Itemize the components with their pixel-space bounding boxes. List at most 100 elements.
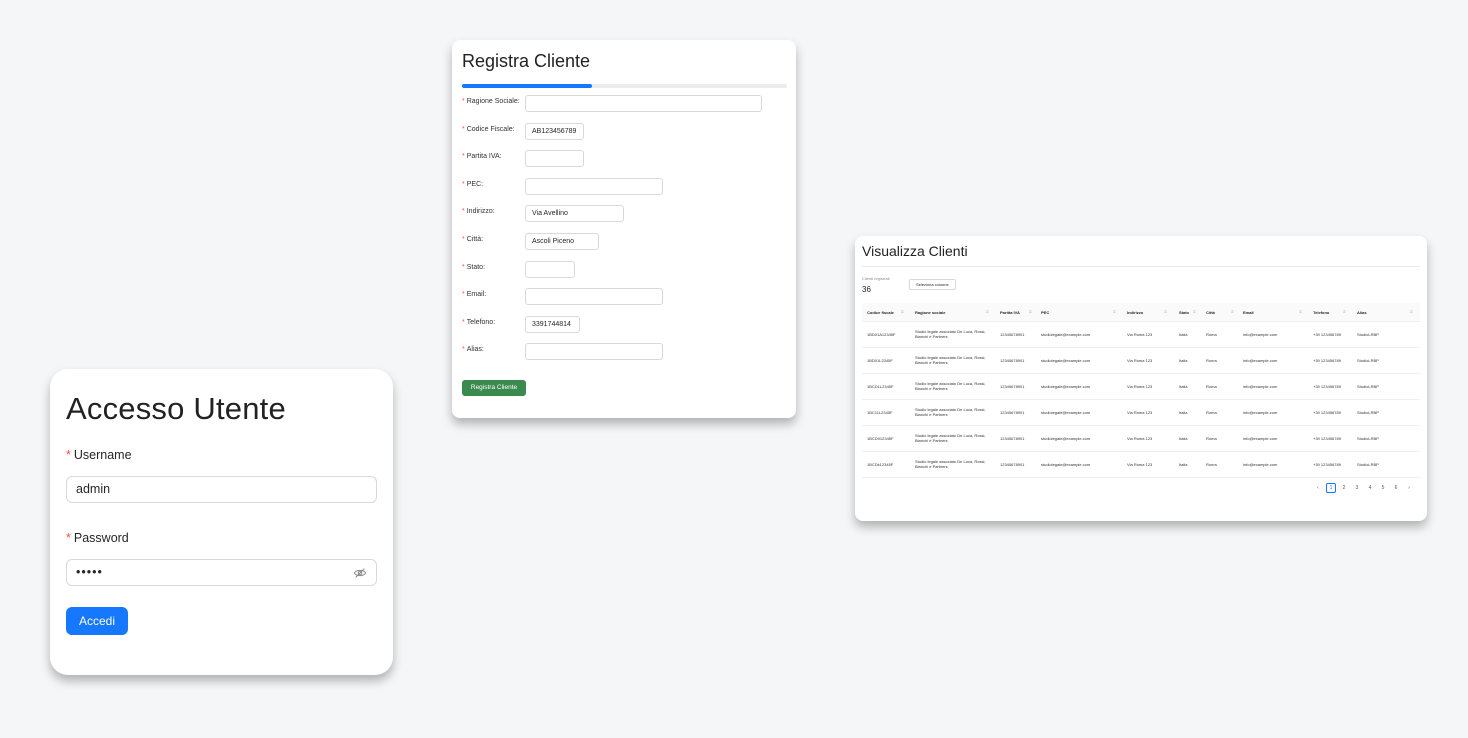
telefono-input[interactable]: 3391744814 [525, 315, 580, 333]
cell-alias: StudioLRBP [1357, 332, 1379, 337]
register-client-button[interactable]: Registra Cliente [462, 380, 526, 396]
cell-telefono: +39 123456789 [1313, 462, 1341, 467]
progress-fill [462, 84, 592, 88]
password-label: * Password [66, 531, 129, 545]
filter-icon[interactable]: ⧖ [1113, 309, 1116, 314]
filter-icon[interactable]: ⧖ [1410, 309, 1413, 314]
cell-codice-fiscale: 1BD01L2345F [867, 358, 893, 363]
column-header-partita-iva[interactable]: Partita IVA [1000, 310, 1020, 315]
cell-codice-fiscale: 1BCD1L2345F [867, 384, 894, 389]
required-asterisk: * [66, 448, 71, 462]
filter-icon[interactable]: ⧖ [1343, 309, 1346, 314]
cell-indirizzo: Via Roma 123 [1127, 436, 1153, 441]
column-header-telefono[interactable]: Telefono [1313, 310, 1329, 315]
login-button[interactable]: Accedi [66, 607, 128, 635]
alias-input[interactable] [525, 343, 663, 361]
codice-fiscale-input[interactable]: AB123456789 [525, 122, 584, 140]
required-asterisk: * [462, 153, 465, 161]
column-header-indirizzo[interactable]: Indirizzo [1127, 310, 1143, 315]
email-input[interactable] [525, 288, 663, 306]
cell-codice-fiscale: 1BC11L2345F [867, 410, 893, 415]
ragione-sociale-input[interactable] [525, 95, 762, 112]
field-label: * Ragione Sociale: [462, 98, 520, 105]
cell-indirizzo: Via Roma 123 [1127, 332, 1153, 337]
column-header-email[interactable]: Email [1243, 310, 1254, 315]
pagination-page[interactable]: 4 [1365, 483, 1375, 493]
required-asterisk: * [462, 346, 465, 354]
required-asterisk: * [462, 125, 465, 133]
password-value: ••••• [76, 565, 103, 579]
table-row[interactable]: 1BCD912345F Studio legale associato De Lu… [862, 426, 1420, 452]
cell-telefono: +39 123456789 [1313, 410, 1341, 415]
pagination-page[interactable]: 2 [1339, 483, 1349, 493]
column-header-ragione-sociale[interactable]: Ragione sociale [915, 310, 945, 315]
select-columns-button[interactable]: Seleziona colonne [909, 279, 956, 290]
cell-email: info@example.com [1243, 384, 1278, 389]
required-asterisk: * [66, 531, 71, 545]
cell-alias: StudioLRBP [1357, 358, 1379, 363]
required-asterisk: * [462, 291, 465, 299]
citta-input[interactable]: Ascoli Piceno [525, 233, 599, 250]
partita-iva-input[interactable] [525, 150, 584, 168]
table-row[interactable]: 1BCDk12345F Studio legale associato De Lu… [862, 452, 1420, 478]
cell-telefono: +39 123456789 [1313, 384, 1341, 389]
register-client-card: Registra Cliente * Ragione Sociale: * Codic… [452, 40, 796, 418]
table-row[interactable]: 1BD01A12345F Studio legale associato De L… [862, 322, 1420, 348]
filter-icon[interactable]: ⧖ [1193, 309, 1196, 314]
cell-partita-iva: 12345678901 [1000, 410, 1025, 415]
cell-partita-iva: 12345678901 [1000, 462, 1025, 467]
password-input[interactable]: ••••• [66, 559, 377, 586]
cell-codice-fiscale: 1BCDk12345F [867, 462, 894, 467]
cell-indirizzo: Via Roma 123 [1127, 462, 1153, 467]
column-header-codice-fiscale[interactable]: Codice fiscale [867, 310, 894, 315]
filter-icon[interactable]: ⧖ [1029, 309, 1032, 314]
cell-ragione-sociale: Studio legale associato De Luca, Rossi, … [915, 381, 986, 391]
filter-icon[interactable]: ⧖ [901, 309, 904, 314]
filter-icon[interactable]: ⧖ [1231, 309, 1234, 314]
pagination-page[interactable]: 3 [1352, 483, 1362, 493]
cell-stato: Italia [1179, 358, 1188, 363]
stato-input[interactable] [525, 260, 575, 278]
eye-invisible-icon[interactable] [353, 566, 367, 580]
field-label: * Partita IVA: [462, 153, 502, 161]
cell-email: info@example.com [1243, 436, 1278, 441]
column-header-stato[interactable]: Stato [1179, 310, 1189, 315]
username-input[interactable]: admin [66, 476, 377, 503]
cell-stato: Italia [1179, 436, 1188, 441]
column-header-alias[interactable]: Alias [1357, 310, 1367, 315]
cell-indirizzo: Via Roma 123 [1127, 384, 1153, 389]
cell-alias: StudioLRBP [1357, 410, 1379, 415]
indirizzo-input[interactable]: Via Avellino [525, 205, 624, 223]
filter-icon[interactable]: ⧖ [1164, 309, 1167, 314]
field-label: * Email: [462, 291, 487, 299]
pagination-page[interactable]: 6 [1391, 483, 1401, 493]
table-row[interactable]: 1BC11L2345F Studio legale associato De Lu… [862, 400, 1420, 426]
pagination-prev-icon[interactable]: ‹ [1313, 483, 1323, 493]
table-row[interactable]: 1BCD1L2345F Studio legale associato De Lu… [862, 374, 1420, 400]
pagination-page[interactable]: 1 [1326, 483, 1336, 493]
cell-partita-iva: 12345678901 [1000, 358, 1025, 363]
required-asterisk: * [462, 98, 465, 105]
cell-citta: Roma [1206, 436, 1217, 441]
table-row[interactable]: 1BD01L2345F Studio legale associato De Lu… [862, 348, 1420, 374]
cell-partita-iva: 12345678901 [1000, 332, 1025, 337]
column-header-citta[interactable]: Città [1206, 310, 1215, 315]
pagination-next-icon[interactable]: › [1404, 483, 1414, 493]
cell-alias: StudioLRBP [1357, 384, 1379, 389]
pagination-page[interactable]: 5 [1378, 483, 1388, 493]
filter-icon[interactable]: ⧖ [1299, 309, 1302, 314]
required-asterisk: * [462, 236, 465, 243]
pec-input[interactable] [525, 177, 663, 195]
column-header-pec[interactable]: PEC [1041, 310, 1049, 315]
registered-clients-count: 36 [862, 285, 871, 294]
cell-partita-iva: 12345678901 [1000, 436, 1025, 441]
cell-codice-fiscale: 1BCD912345F [867, 436, 894, 441]
cell-email: info@example.com [1243, 332, 1278, 337]
cell-stato: Italia [1179, 462, 1188, 467]
filter-icon[interactable]: ⧖ [986, 309, 989, 314]
cell-stato: Italia [1179, 332, 1188, 337]
cell-ragione-sociale: Studio legale associato De Luca, Rossi, … [915, 329, 986, 339]
field-label: * Stato: [462, 263, 486, 271]
cell-ragione-sociale: Studio legale associato De Luca, Rossi, … [915, 355, 986, 365]
cell-pec: studiolegale@example.com [1041, 384, 1091, 389]
